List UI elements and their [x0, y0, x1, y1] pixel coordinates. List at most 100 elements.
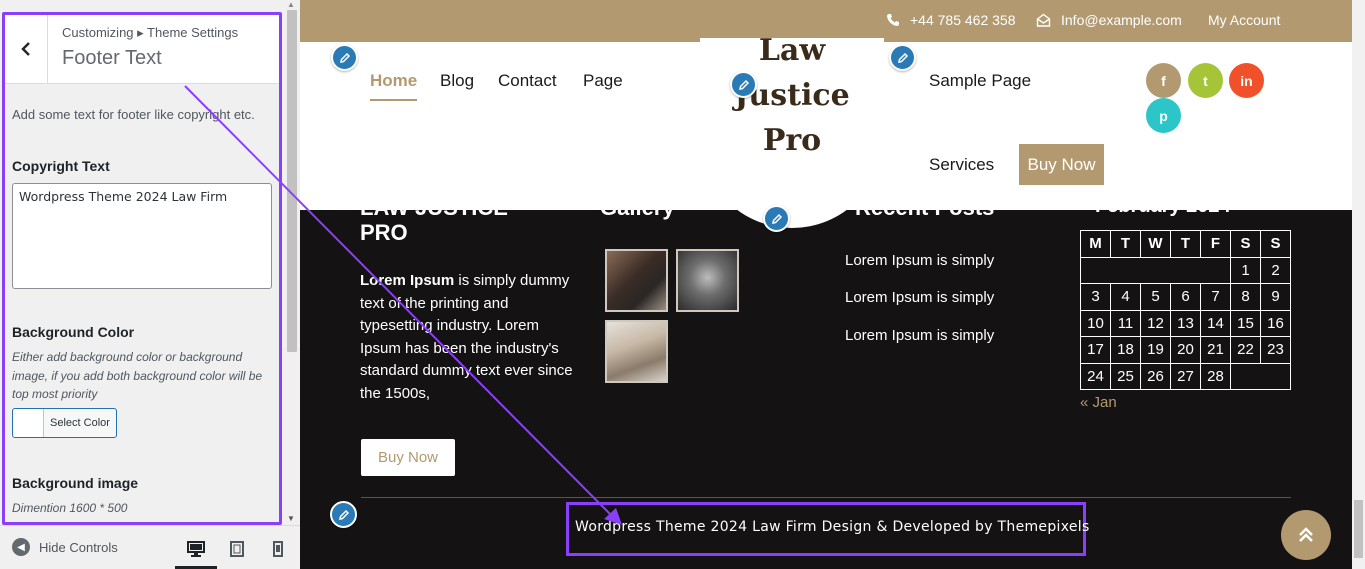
hide-controls-button[interactable]: ◀ Hide Controls	[12, 538, 118, 556]
email-link[interactable]: Info@example.com	[1036, 12, 1182, 28]
nav-item-blog[interactable]: Blog	[440, 71, 474, 91]
device-desktop-button[interactable]	[175, 538, 217, 569]
section-title: Footer Text	[62, 47, 162, 69]
edit-shortcut-button[interactable]	[889, 44, 916, 71]
copyright-textarea[interactable]: Wordpress Theme 2024 Law Firm	[12, 183, 272, 289]
bg-color-description: Either add background color or backgroun…	[12, 350, 263, 401]
mobile-icon	[273, 541, 283, 557]
facebook-button[interactable]: f	[1146, 63, 1181, 98]
logo-line: Pro	[762, 123, 822, 158]
back-button[interactable]	[4, 14, 48, 84]
calendar-day: 1	[1230, 256, 1261, 284]
about-bold: Lorem Ipsum	[360, 272, 455, 289]
panel-scrollbar[interactable]: ▲ ▼	[284, 0, 300, 525]
page-scroll-thumb[interactable]	[1354, 500, 1363, 558]
prev-month-link[interactable]: « Jan	[1080, 394, 1117, 411]
edit-shortcut-button[interactable]	[331, 44, 358, 71]
footer-divider	[361, 497, 1291, 498]
calendar-pad	[1080, 256, 1231, 284]
calendar-day: 8	[1230, 283, 1261, 311]
linkedin-icon: in	[1240, 72, 1253, 89]
gallery-image[interactable]	[605, 320, 668, 383]
gallery-image[interactable]	[605, 249, 668, 312]
recent-post-link[interactable]: Lorem Ipsum is simply	[845, 289, 994, 306]
calendar-day: 27	[1170, 362, 1201, 390]
facebook-icon: f	[1161, 72, 1166, 89]
site-logo[interactable]: Law Justice Pro	[705, 28, 879, 163]
envelope-open-icon	[1036, 13, 1051, 27]
calendar-day: 3	[1080, 283, 1111, 311]
scroll-up-icon[interactable]: ▲	[287, 0, 295, 9]
calendar-day: 25	[1110, 362, 1141, 390]
pencil-icon	[771, 213, 782, 224]
calendar-week: 3456789	[1080, 283, 1291, 311]
linkedin-button[interactable]: in	[1229, 63, 1264, 98]
calendar-day: 28	[1200, 362, 1231, 390]
phone-number: +44 785 462 358	[910, 12, 1016, 28]
buy-now-footer-button[interactable]: Buy Now	[361, 439, 455, 476]
customizer-panel: Customizing ▸ Theme Settings Footer Text…	[0, 0, 300, 569]
edit-shortcut-button[interactable]	[330, 501, 357, 528]
phone-link[interactable]: +44 785 462 358	[886, 12, 1016, 28]
scroll-down-icon[interactable]: ▼	[287, 514, 295, 523]
nav-item-services[interactable]: Services	[929, 155, 994, 175]
scroll-to-top-button[interactable]	[1281, 510, 1331, 560]
pencil-icon	[738, 79, 749, 90]
twitter-button[interactable]: t	[1188, 63, 1223, 98]
device-mobile-button[interactable]	[267, 538, 289, 560]
gallery-image[interactable]	[676, 249, 739, 312]
my-account-link[interactable]: My Account	[1208, 12, 1280, 28]
copyright-label: Copyright Text	[12, 158, 110, 174]
twitter-icon: t	[1203, 72, 1208, 89]
edit-shortcut-button[interactable]	[763, 205, 790, 232]
breadcrumb: Customizing ▸ Theme Settings	[62, 25, 239, 40]
email-address: Info@example.com	[1061, 12, 1182, 28]
calendar-day: 9	[1260, 283, 1291, 311]
weekday: S	[1230, 230, 1261, 258]
site-preview: +44 785 462 358 Info@example.com My Acco…	[300, 0, 1352, 569]
chevron-left-icon	[20, 42, 30, 56]
recent-posts-title: Recent Posts	[855, 195, 995, 220]
nav-item-sample-page[interactable]: Sample Page	[929, 71, 1031, 91]
device-tablet-button[interactable]	[226, 538, 248, 560]
about-text: Lorem Ipsum is simply dummy text of the …	[360, 270, 575, 405]
calendar-day: 19	[1140, 336, 1171, 364]
calendar-pad	[1230, 362, 1291, 390]
recent-post-link[interactable]: Lorem Ipsum is simply	[845, 327, 994, 344]
about-title-line2: PRO	[360, 220, 408, 245]
bg-image-description: Dimention 1600 * 500	[12, 501, 128, 515]
calendar-week: 24 25 26 27 28	[1080, 362, 1291, 390]
weekday: M	[1080, 230, 1111, 258]
pencil-icon	[338, 509, 349, 520]
nav-item-contact[interactable]: Contact	[498, 71, 557, 91]
calendar-day: 10	[1080, 309, 1111, 337]
hide-controls-label: Hide Controls	[39, 539, 118, 555]
collapse-icon: ◀	[12, 538, 30, 556]
calendar-title: February 2024	[1095, 195, 1231, 217]
tablet-icon	[230, 541, 244, 557]
double-chevron-up-icon	[1299, 527, 1313, 542]
color-swatch	[13, 409, 44, 437]
select-color-button[interactable]: Select Color	[12, 408, 117, 438]
pinterest-button[interactable]: p	[1146, 98, 1181, 133]
pinterest-icon: p	[1159, 107, 1168, 124]
calendar-day: 15	[1230, 309, 1261, 337]
calendar-day: 12	[1140, 309, 1171, 337]
about-title-line1: LAW JUSTICE	[360, 195, 508, 220]
recent-post-link[interactable]: Lorem Ipsum is simply	[845, 252, 994, 269]
page-scrollbar[interactable]	[1352, 0, 1365, 569]
calendar-day: 20	[1170, 336, 1201, 364]
buy-now-header-button[interactable]: Buy Now	[1019, 144, 1104, 185]
nav-item-home[interactable]: Home	[370, 71, 418, 101]
pencil-icon	[339, 52, 350, 63]
nav-item-page[interactable]: Page	[583, 71, 623, 91]
calendar-day: 2	[1260, 256, 1291, 284]
weekday: F	[1200, 230, 1231, 258]
section-controls: Add some text for footer like copyright …	[4, 84, 282, 524]
calendar-day: 21	[1200, 336, 1231, 364]
select-color-label: Select Color	[50, 417, 110, 429]
calendar-body: 12 3456789 10 11 12 13 14 15 16 17 18 19 20 21 22 23…	[1080, 256, 1291, 390]
scroll-thumb[interactable]	[287, 10, 297, 352]
edit-shortcut-button[interactable]	[730, 71, 757, 98]
calendar-day: 16	[1260, 309, 1291, 337]
